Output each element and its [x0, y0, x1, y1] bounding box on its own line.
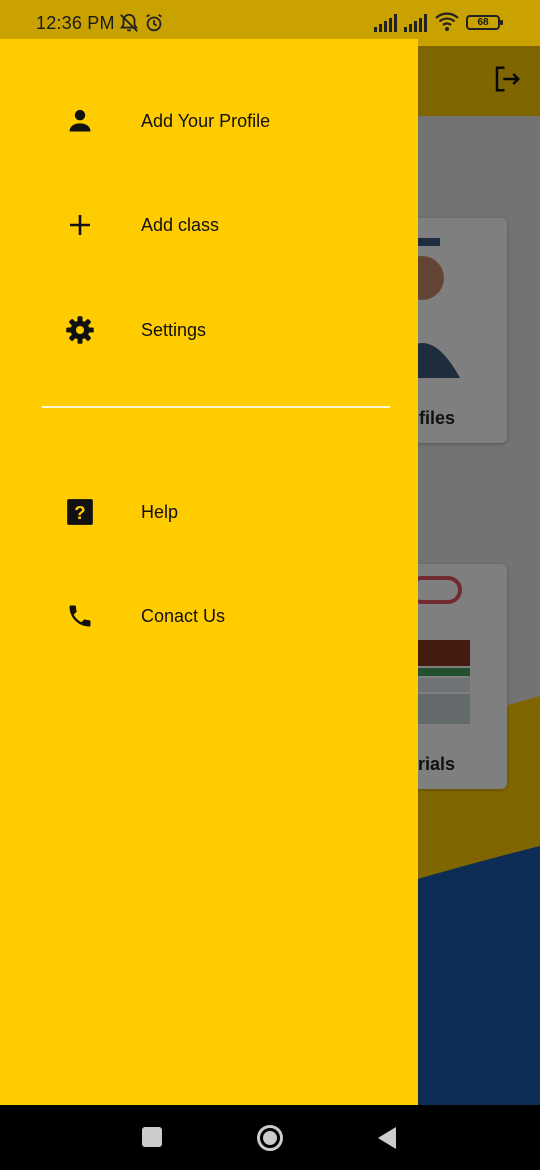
status-time: 12:36 PM: [36, 13, 115, 33]
drawer-item-contact[interactable]: Conact Us: [0, 581, 418, 651]
back-button[interactable]: [377, 1126, 397, 1150]
navigation-drawer: Add Your Profile Add class Settings ? He…: [0, 39, 418, 1105]
person-icon: [64, 105, 96, 137]
gear-icon: [64, 314, 96, 346]
wifi-icon: [435, 12, 459, 31]
drawer-item-add-class[interactable]: Add class: [0, 190, 418, 260]
drawer-item-help[interactable]: ? Help: [0, 477, 418, 547]
svg-text:?: ?: [74, 502, 85, 523]
plus-icon: [64, 209, 96, 241]
drawer-item-label: Settings: [141, 319, 207, 340]
help-icon: ?: [64, 496, 96, 528]
home-button[interactable]: [256, 1124, 284, 1152]
phone-icon: [64, 600, 96, 632]
system-nav-bar: [0, 1105, 540, 1170]
recents-button[interactable]: [142, 1127, 162, 1147]
notifications-off-icon: [119, 13, 139, 32]
drawer-divider: [42, 406, 390, 408]
drawer-item-label: Add class: [141, 214, 220, 235]
drawer-item-label: Help: [141, 501, 179, 522]
drawer-item-label: Conact Us: [141, 605, 226, 626]
drawer-item-label: Add Your Profile: [141, 110, 271, 131]
alarm-icon: [146, 13, 162, 32]
drawer-item-add-profile[interactable]: Add Your Profile: [0, 86, 418, 156]
signal-icon-2: [404, 14, 427, 32]
signal-icon-1: [374, 14, 397, 32]
drawer-item-settings[interactable]: Settings: [0, 295, 418, 365]
battery-indicator: 68: [466, 15, 503, 30]
